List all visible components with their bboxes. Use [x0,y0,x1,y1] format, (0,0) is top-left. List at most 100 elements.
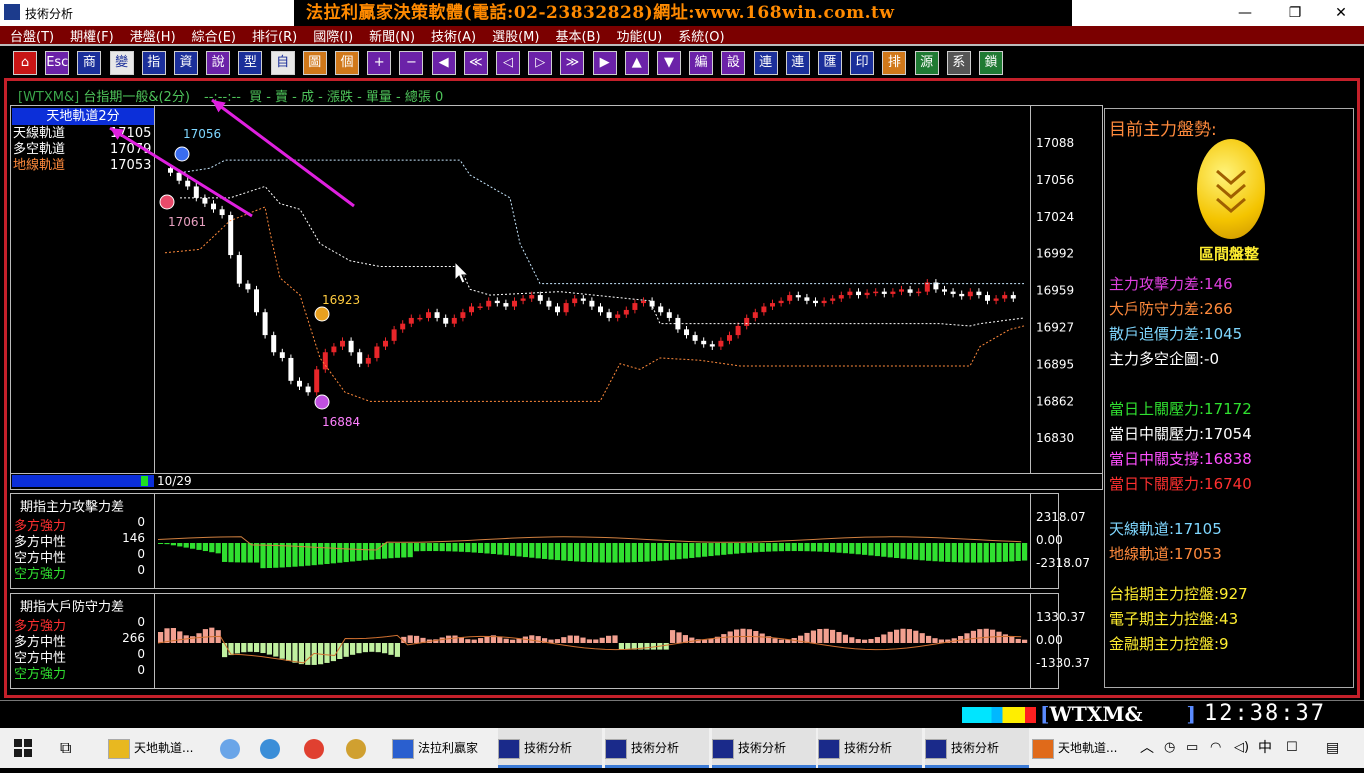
upper-band-line [179,159,1024,285]
taskbar-app-label: 技術分析 [524,741,573,755]
high-marker-icon [174,146,190,162]
taskbar-app-button[interactable]: 技術分析 [818,728,922,768]
taskbar-app-button[interactable]: 技術分析 [605,728,709,768]
oscillator-tick-label: -2318.07 [1036,556,1090,570]
oscillator2-title: 期指大戶防守力差 [20,600,125,615]
taskbar-app-button[interactable]: 天地軌道... [108,728,208,768]
oscillator1-title: 期指主力攻擊力差 [20,500,125,515]
candle-body [787,295,793,301]
candle-body [770,303,775,307]
oscillator2-left-divider [154,594,155,688]
clock: 12:38:37 [1204,701,1326,726]
candle-body [795,295,801,298]
taskbar-app-button[interactable]: 技術分析 [925,728,1029,768]
candle-body [460,312,466,318]
candle-body [778,300,784,304]
candle-body [615,314,621,318]
candle-body [967,291,973,297]
trend-metric: 大戶防守力差:266 [1109,300,1233,318]
paint-icon[interactable] [346,728,370,768]
app-icon [712,738,734,759]
oscillator-row-value: 0 [137,647,145,661]
oscillator1-axis-divider [1030,494,1031,588]
candle-body [168,168,173,173]
candle-body [417,317,423,320]
tray-monitor-icon[interactable]: ▭ [1186,728,1198,768]
notification-icon[interactable]: ▤ [1326,728,1339,768]
taskbar-app-label: 技術分析 [951,741,1000,755]
trend-metric: 當日上關壓力:17172 [1109,400,1252,418]
y-tick-label: 16959 [1036,284,1074,298]
status-bar: [WTXM&] 12:38:37 [0,700,1364,728]
oscillator-row-label: 空方強力 [14,567,67,582]
candle-body [856,291,861,296]
tray-app-icon[interactable]: ☐ [1286,728,1298,768]
volume-icon[interactable]: ◁) [1234,728,1249,768]
candle-body [890,291,896,294]
candle-body [305,386,311,393]
candle-body [907,289,913,293]
taskbar-app-button[interactable]: 天地軌道... [1032,728,1136,768]
lower-band-line [164,206,1025,402]
mid-marker-icon [314,306,330,322]
candle-body [589,300,595,307]
middle-band-line [180,185,1025,327]
oscillator-row-value: 0 [137,547,145,561]
candle-body [383,340,388,347]
candle-body [881,291,887,294]
start-icon[interactable] [14,728,36,768]
taskbar-app-label: 天地軌道... [134,741,194,755]
candle-body [202,197,208,204]
candle-body [916,291,922,294]
candle-body [727,335,732,341]
taskbar-app-button[interactable]: 技術分析 [498,728,602,768]
oscillator-tick-label: 0.00 [1036,533,1063,547]
candle-body [847,291,853,296]
candle-body [563,303,569,313]
app-icon [108,738,130,759]
trend-badge-label: 區間盤整 [1199,245,1260,263]
candle-body [632,303,638,310]
candle-body [331,346,337,353]
candle-body [176,172,182,181]
taskbar-app-button[interactable]: 技術分析 [712,728,816,768]
candle-body [546,300,552,307]
candle-body [821,300,827,304]
app-icon [392,738,414,759]
y-tick-label: 17056 [1036,173,1074,187]
tray-clock-icon[interactable]: ◷ [1164,728,1175,768]
oscillator-tick-label: 2318.07 [1036,510,1086,524]
trend-metric: 地線軌道:17053 [1109,545,1222,563]
candle-body [477,306,483,309]
candle-body [297,380,302,387]
oscillator-row-value: 266 [122,631,145,645]
chrome-icon[interactable] [304,728,328,768]
trend-metric: 散戶追價力差:1045 [1109,325,1243,343]
app-icon [925,738,947,759]
status-color-strip [962,707,1036,723]
wifi-icon[interactable]: ◠ [1210,728,1221,768]
explorer-icon[interactable] [220,728,244,768]
candle-body [434,312,440,318]
candle-body [193,186,199,198]
candle-body [641,300,646,304]
candle-body [899,289,904,292]
oscillator-row-value: 0 [137,615,145,629]
candle-body [254,289,259,313]
candle-body [976,291,982,296]
y-tick-label: 16830 [1036,431,1074,445]
taskbar-app-button[interactable]: 法拉利贏家 [392,728,496,768]
trend-metric: 主力多空企圖:-0 [1109,350,1220,368]
ie-icon[interactable] [260,728,284,768]
task-view-icon[interactable]: ⧉ [60,728,84,768]
oscillator1-left-divider [154,494,155,588]
candle-body [348,340,354,353]
status-symbol[interactable]: [WTXM&] [1040,702,1196,726]
taskbar-app-label: 技術分析 [844,741,893,755]
taskbar-app-label: 技術分析 [738,741,787,755]
candle-body [752,312,758,318]
trend-panel: 目前主力盤勢: 區間盤整 主力攻擊力差:146 大戶防守力差:266 散戶追價力差:… [1104,108,1354,688]
ime-indicator[interactable]: 中 [1258,728,1272,768]
candle-body [322,352,328,370]
tray-up-icon[interactable]: ︿ [1140,728,1154,768]
